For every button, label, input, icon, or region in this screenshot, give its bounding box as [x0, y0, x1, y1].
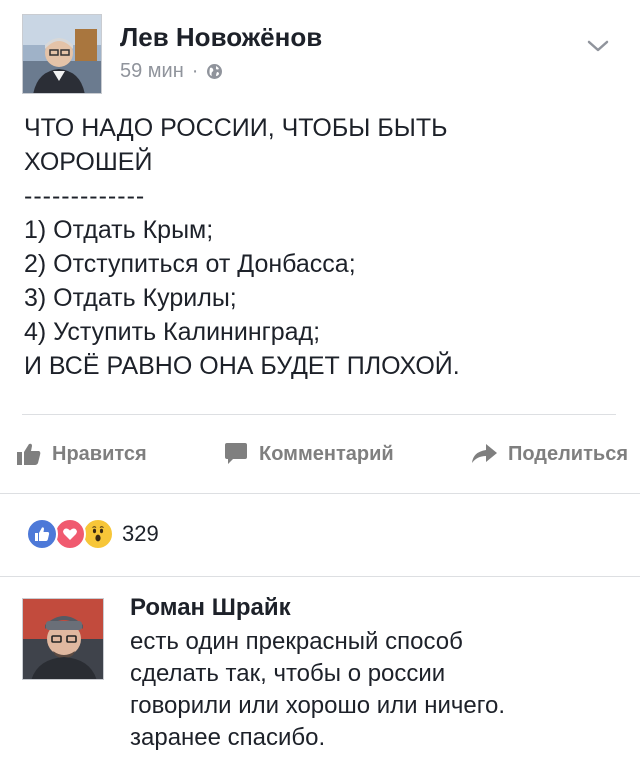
post-line: И ВСЁ РАВНО ОНА БУДЕТ ПЛОХОЙ. [24, 352, 460, 380]
meta-separator: · [191, 60, 199, 82]
comment-line: говорили или хорошо или ничего. [130, 692, 505, 719]
author-avatar[interactable] [22, 14, 102, 94]
post-separator-line: ------------- [24, 182, 146, 210]
comment-button[interactable]: Комментарий [223, 442, 394, 466]
divider [0, 576, 640, 577]
comment-text: есть один прекрасный способ сделать так,… [130, 626, 600, 754]
share-button[interactable]: Поделиться [470, 442, 628, 466]
thumbs-up-icon [17, 443, 41, 465]
commenter-avatar[interactable] [22, 598, 104, 680]
share-label: Поделиться [507, 442, 628, 465]
post-line: 1) Отдать Крым; [24, 216, 214, 244]
comment-author-name[interactable]: Роман Шрайк [130, 594, 291, 622]
like-reaction-icon [26, 518, 58, 550]
post-meta: 59 мин · [120, 60, 223, 83]
comment-label: Комментарий [258, 442, 394, 465]
post-line: 4) Уступить Калининград; [24, 318, 321, 346]
like-button[interactable]: Нравится [16, 442, 147, 466]
commenter-photo [23, 599, 103, 679]
divider [22, 414, 616, 415]
post-actions: Нравится Комментарий Поделиться [16, 432, 628, 476]
post-time[interactable]: 59 мин [120, 60, 184, 83]
author-photo [23, 15, 101, 93]
comment-line: сделать так, чтобы о россии [130, 660, 446, 687]
like-label: Нравится [52, 442, 147, 465]
globe-icon [206, 63, 223, 80]
post-author-name[interactable]: Лев Новожёнов [120, 22, 322, 53]
post-line: ЧТО НАДО РОССИИ, ЧТОБЫ БЫТЬ [24, 114, 448, 142]
post-text: ЧТО НАДО РОССИИ, ЧТОБЫ БЫТЬ ХОРОШЕЙ ----… [24, 111, 614, 383]
love-reaction-icon [54, 518, 86, 550]
post-menu-button[interactable] [578, 26, 618, 66]
post-line: ХОРОШЕЙ [24, 148, 153, 176]
post-line: 2) Отступиться от Донбасса; [24, 250, 356, 278]
share-arrow-icon [471, 444, 497, 463]
comment-icon [224, 443, 247, 464]
wow-reaction-icon [82, 518, 114, 550]
comment-line: есть один прекрасный способ [130, 628, 463, 655]
divider [0, 493, 640, 494]
post-line: 3) Отдать Курилы; [24, 284, 237, 312]
reaction-count: 329 [122, 521, 159, 546]
comment-line: заранее спасибо. [130, 724, 326, 751]
post-header: Лев Новожёнов 59 мин · [22, 14, 622, 94]
chevron-down-icon [587, 40, 609, 52]
reactions-summary[interactable]: 329 [26, 514, 159, 554]
